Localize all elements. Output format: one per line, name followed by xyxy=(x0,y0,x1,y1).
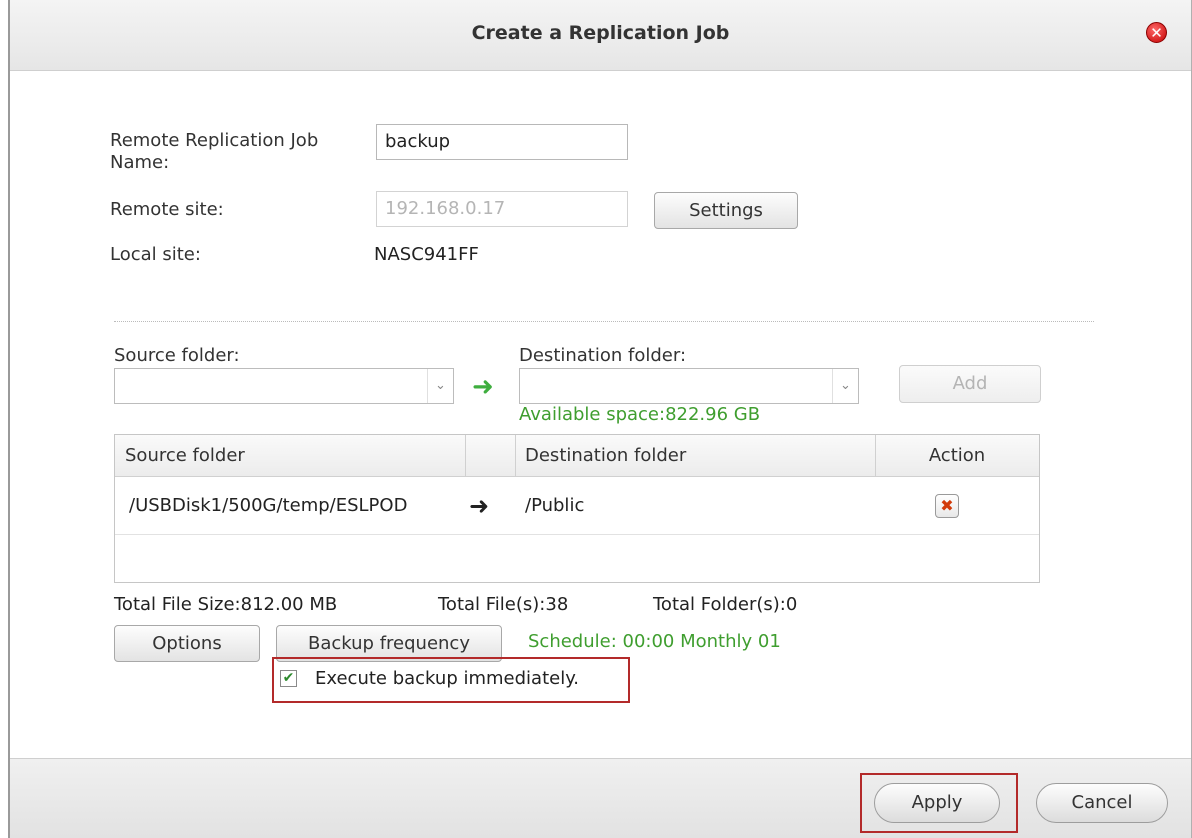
header-destination-folder: Destination folder xyxy=(525,445,687,466)
execute-immediately-checkbox[interactable]: ✔ xyxy=(280,670,297,687)
dialog-titlebar: Create a Replication Job ✕ xyxy=(10,0,1191,71)
options-button[interactable]: Options xyxy=(114,625,260,662)
source-folder-label: Source folder: xyxy=(114,345,240,366)
replication-job-dialog: Create a Replication Job ✕ Remote Replic… xyxy=(8,0,1192,838)
destination-folder-select[interactable]: ⌄ xyxy=(519,368,859,404)
chevron-down-icon[interactable]: ⌄ xyxy=(832,369,858,403)
add-button[interactable]: Add xyxy=(899,365,1041,403)
delete-icon[interactable]: ✖ xyxy=(935,494,959,518)
job-name-label-line1: Remote Replication Job xyxy=(110,130,319,151)
remote-site-input[interactable]: 192.168.0.17 xyxy=(376,191,628,227)
table-header: Source folder Destination folder Action xyxy=(115,435,1039,477)
job-name-label-line2: Name: xyxy=(110,152,170,173)
local-site-value: NASC941FF xyxy=(374,244,479,265)
row-destination-folder: /Public xyxy=(525,495,585,516)
job-name-label: Remote Replication Job Name: xyxy=(110,130,318,174)
settings-button[interactable]: Settings xyxy=(654,192,798,229)
total-files: Total File(s):38 xyxy=(438,594,569,615)
local-site-label: Local site: xyxy=(110,244,201,265)
header-action: Action xyxy=(928,445,986,466)
total-folders: Total Folder(s):0 xyxy=(653,594,798,615)
cancel-button[interactable]: Cancel xyxy=(1036,783,1168,823)
dialog-title: Create a Replication Job xyxy=(471,22,730,44)
header-source-folder: Source folder xyxy=(125,445,245,466)
remote-site-label: Remote site: xyxy=(110,199,224,220)
available-space: Available space:822.96 GB xyxy=(519,404,761,425)
schedule-text: Schedule: 00:00 Monthly 01 xyxy=(528,631,781,652)
destination-folder-label: Destination folder: xyxy=(519,345,687,366)
execute-immediately-label: Execute backup immediately. xyxy=(315,668,580,689)
replication-pairs-table: Source folder Destination folder Action … xyxy=(114,434,1040,583)
total-file-size: Total File Size:812.00 MB xyxy=(114,594,338,615)
chevron-down-icon[interactable]: ⌄ xyxy=(427,369,453,403)
source-folder-select[interactable]: ⌄ xyxy=(114,368,454,404)
row-source-folder: /USBDisk1/500G/temp/ESLPOD xyxy=(129,495,408,516)
highlight-box xyxy=(860,773,1018,833)
arrow-right-icon: ➜ xyxy=(469,492,490,520)
job-name-input[interactable]: backup xyxy=(376,124,628,160)
close-icon[interactable]: ✕ xyxy=(1146,22,1167,43)
section-divider xyxy=(114,321,1094,322)
arrow-right-icon: ➜ xyxy=(472,372,494,402)
table-row[interactable]: /USBDisk1/500G/temp/ESLPOD ➜ /Public ✖ xyxy=(115,477,1039,535)
header-arrow-column xyxy=(465,435,515,477)
